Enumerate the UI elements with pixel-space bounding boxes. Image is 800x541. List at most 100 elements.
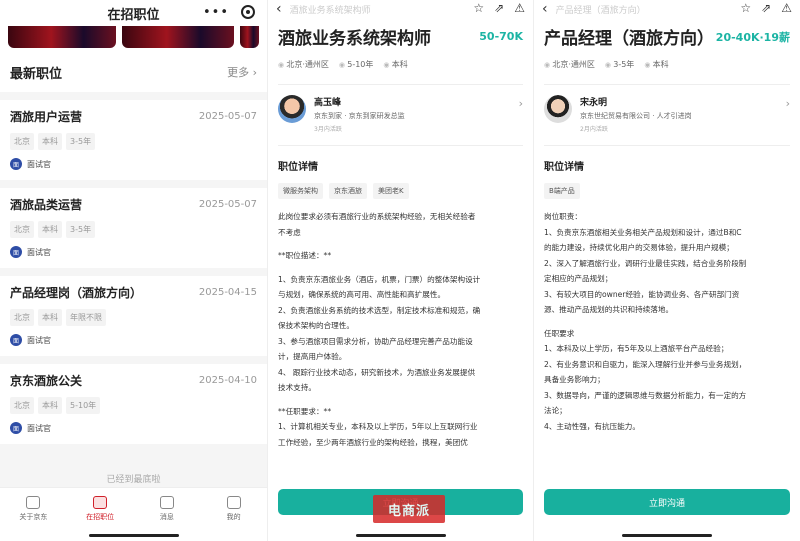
job-title: 产品经理岗（酒旅方向） xyxy=(10,286,143,300)
description-line: 2、负责酒旅业务系统的技术选型，制定技术标准和规范，确 xyxy=(278,305,481,315)
scroll-fade xyxy=(534,453,800,489)
section-title: 职位详情 xyxy=(278,162,318,173)
job-card[interactable]: 京东酒旅公关 2025-04-10 北京 本科 5-10年 面面试官 xyxy=(0,356,267,444)
description-line: 法论； xyxy=(544,406,567,415)
interviewer-icon: 面 xyxy=(10,422,22,434)
skill-tag: 微服务架构 xyxy=(278,183,323,199)
star-icon[interactable]: ☆ xyxy=(740,1,751,15)
job-title: 酒旅业务系统架构师 xyxy=(278,29,431,49)
description-line: 3、有较大项目的owner经验，能协调业务、各产研部门资 xyxy=(544,289,740,299)
avatar xyxy=(278,95,306,123)
job-meta: 北京·通州区 5-10年本科 xyxy=(268,49,533,70)
job-tag: 本科 xyxy=(38,309,62,326)
job-title: 酒旅用户运营 xyxy=(10,110,83,124)
description-line: 2、有业务意识和自驱力，能深入理解行业并参与业务规划， xyxy=(544,359,747,369)
tab-profile[interactable]: 我的 xyxy=(214,496,254,541)
top-bar: 在招职位 ••• xyxy=(0,0,267,26)
recruiter-company: 京东到家 · 京东到家研发总监 xyxy=(314,112,405,120)
more-link[interactable]: 更多 › xyxy=(227,64,257,80)
header-ghost-title: 酒旅业务系统架构师 xyxy=(289,5,371,16)
description-line: 4、 跟踪行业技术动态，研究新技术，为酒旅业务发展提供 xyxy=(278,367,476,377)
detail-top-bar: ‹ 产品经理（酒旅方向） ☆ ⇗ ⚠ xyxy=(534,0,800,18)
description-line xyxy=(278,240,523,248)
job-date: 2025-04-15 xyxy=(198,287,257,298)
job-tag: 北京 xyxy=(10,133,34,150)
recruiter-activity: 3月内活跃 xyxy=(314,126,342,133)
description-line: 3、数据导向，严谨的逻辑思维与数据分析能力，有一定的方 xyxy=(544,390,747,400)
interviewer-icon: 面 xyxy=(10,158,22,170)
description-line: 1、负责京东酒旅相关业务相关产品规划和设计，通过B和C xyxy=(544,227,742,237)
home-indicator xyxy=(622,534,712,537)
job-tag: 年限不限 xyxy=(66,309,106,326)
tab-about[interactable]: 关于京东 xyxy=(13,496,53,541)
banner-carousel[interactable] xyxy=(0,26,267,52)
location: 北京·通州区 xyxy=(278,59,329,70)
home-indicator xyxy=(355,534,446,537)
description-line: 具备业务影响力； xyxy=(544,375,605,384)
recruiter-card[interactable]: 高玉峰 京东到家 · 京东到家研发总监 3月内活跃 › xyxy=(278,84,523,146)
share-icon[interactable]: ⇗ xyxy=(494,1,504,15)
job-tag: 5-10年 xyxy=(66,397,101,414)
back-arrow-icon[interactable]: ‹ xyxy=(276,1,282,17)
job-card[interactable]: 产品经理岗（酒旅方向） 2025-04-15 北京 本科 年限不限 面面试官 xyxy=(0,268,267,356)
banner-image[interactable] xyxy=(8,26,116,48)
home-indicator xyxy=(88,534,179,537)
job-tag: 北京 xyxy=(10,397,34,414)
recruiter-name: 宋永明 xyxy=(580,98,608,108)
recruiter-card[interactable]: 宋永明 京东世纪贸易有限公司 · 人才引进岗 2月内活跃 › xyxy=(544,84,790,146)
scroll-fade xyxy=(268,453,533,489)
job-card[interactable]: 酒旅品类运营 2025-05-07 北京 本科 3-5年 面面试官 xyxy=(0,180,267,268)
share-icon[interactable]: ⇗ xyxy=(761,1,771,15)
description-line: 岗位职责： xyxy=(544,212,582,221)
job-tag: 本科 xyxy=(38,133,62,150)
description-line: 1、负责京东酒旅业务（酒店，机票，门票）的整体架构设计 xyxy=(278,274,481,284)
close-miniapp-icon[interactable] xyxy=(241,5,255,19)
description-line: 1、本科及以上学历，有5年及以上酒旅平台产品经验； xyxy=(544,344,729,353)
page-title: 在招职位 xyxy=(107,7,160,23)
more-menu-icon[interactable]: ••• xyxy=(203,5,229,20)
job-description: 岗位职责： 1、负责京东酒旅相关业务相关产品规划和设计，通过B和C 的能力建设，持续… xyxy=(534,199,800,434)
chat-icon xyxy=(159,496,174,509)
job-tag: 本科 xyxy=(38,221,62,238)
job-meta: 北京·通州区 3-5年本科 xyxy=(534,49,800,70)
report-icon[interactable]: ⚠ xyxy=(514,1,525,15)
description-line: 技术支持。 xyxy=(278,383,316,392)
recruiter-name: 高玉峰 xyxy=(314,98,342,108)
watermark-logo: 电商派 xyxy=(373,495,445,523)
end-of-list-text: 已经到最底啦 xyxy=(106,475,161,485)
interviewer-label: 面试官 xyxy=(27,423,51,433)
recruiter-activity: 2月内活跃 xyxy=(580,126,608,133)
job-tag: 北京 xyxy=(10,309,34,326)
job-title: 酒旅品类运营 xyxy=(10,198,83,212)
banner-image[interactable] xyxy=(239,26,260,48)
section-title: 最新职位 xyxy=(10,66,63,82)
job-tag: 北京 xyxy=(10,221,34,238)
report-icon[interactable]: ⚠ xyxy=(781,1,792,15)
salary: 50-70K xyxy=(479,30,523,43)
interviewer-icon: 面 xyxy=(10,246,22,258)
description-line: 源、推动产品规划的共识和持续落地。 xyxy=(544,305,674,314)
skill-tag: 京东酒旅 xyxy=(329,183,367,199)
education: 本科 xyxy=(383,59,408,70)
job-title: 京东酒旅公关 xyxy=(10,374,83,388)
description-line xyxy=(278,396,523,404)
job-date: 2025-05-07 xyxy=(198,199,257,210)
briefcase-icon xyxy=(93,496,108,509)
interviewer-label: 面试官 xyxy=(27,159,51,169)
chat-now-button[interactable]: 立即沟通 xyxy=(544,489,790,515)
interviewer-icon: 面 xyxy=(10,334,22,346)
description-line: 与规划，确保系统的高可用、高性能和高扩展性。 xyxy=(278,290,446,299)
job-list-screen: 在招职位 ••• 最新职位 更多 › 酒旅用户运营 2025-05-07 北京 本科… xyxy=(0,0,267,541)
back-arrow-icon[interactable]: ‹ xyxy=(542,1,548,17)
experience: 3-5年 xyxy=(605,59,634,70)
job-date: 2025-05-07 xyxy=(198,111,257,122)
banner-image[interactable] xyxy=(121,26,234,48)
star-icon[interactable]: ☆ xyxy=(473,1,484,15)
chevron-right-icon: › xyxy=(518,97,523,110)
job-card[interactable]: 酒旅用户运营 2025-05-07 北京 本科 3-5年 面面试官 xyxy=(0,92,267,180)
description-line: **职位描述：** xyxy=(278,251,332,260)
latest-jobs-header: 最新职位 更多 › xyxy=(0,52,267,92)
home-icon xyxy=(26,496,41,509)
job-date: 2025-04-10 xyxy=(198,375,257,386)
description-line: 任职要求 xyxy=(544,328,575,338)
